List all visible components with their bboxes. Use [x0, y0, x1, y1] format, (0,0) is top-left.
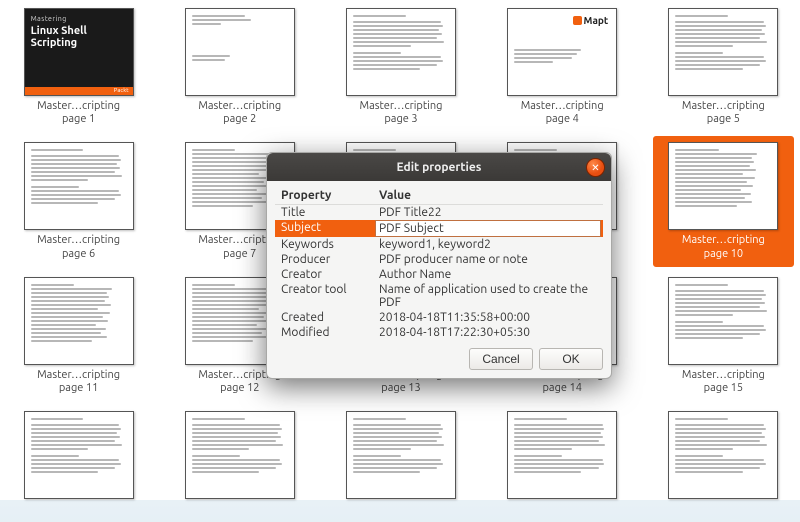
page-thumb[interactable] — [346, 411, 456, 499]
dialog-buttons: Cancel OK — [275, 348, 603, 370]
property-value[interactable] — [373, 220, 603, 237]
property-value[interactable]: 2018-04-18T17:22:30+05:30 — [373, 325, 603, 340]
property-key: Created — [275, 310, 373, 325]
page-thumb-wrap[interactable] — [330, 405, 471, 522]
page-thumb[interactable] — [668, 411, 778, 499]
thumb-caption: Master…criptingpage 15 — [682, 369, 765, 395]
thumb-caption: Master…criptingpage 2 — [198, 100, 281, 126]
page-thumb-wrap[interactable]: Mapt Master…criptingpage 4 — [492, 2, 633, 132]
thumb-caption: Master…criptingpage 5 — [682, 100, 765, 126]
property-value[interactable]: PDF producer name or note — [373, 252, 603, 267]
property-row[interactable]: ProducerPDF producer name or note — [275, 252, 603, 267]
page-thumb-wrap[interactable] — [8, 405, 149, 522]
thumb-caption: Master…criptingpage 10 — [682, 234, 765, 260]
edit-properties-dialog: Edit properties ✕ Property Value TitlePD… — [266, 152, 612, 379]
page-thumb-wrap[interactable]: Master…criptingpage 3 — [330, 2, 471, 132]
property-key: Creator — [275, 267, 373, 282]
page-thumb[interactable] — [24, 142, 134, 230]
page-thumb-wrap[interactable]: MasteringLinux Shell Scripting PacktMast… — [8, 2, 149, 132]
close-icon[interactable]: ✕ — [586, 158, 605, 177]
property-row[interactable]: Created2018-04-18T11:35:58+00:00 — [275, 310, 603, 325]
dialog-titlebar[interactable]: Edit properties ✕ — [267, 153, 611, 181]
property-row[interactable]: Subject — [275, 220, 603, 237]
cover-subtitle — [31, 53, 127, 59]
page-thumb-wrap[interactable]: Master…criptingpage 2 — [169, 2, 310, 132]
thumb-caption: Master…criptingpage 11 — [37, 369, 120, 395]
property-value[interactable]: Name of application used to create the P… — [373, 282, 603, 310]
thumb-caption: Master…criptingpage 4 — [521, 100, 604, 126]
page-thumb-wrap[interactable]: Master…criptingpage 11 — [8, 271, 149, 401]
property-row[interactable]: Keywordskeyword1, keyword2 — [275, 237, 603, 252]
property-key: Creator tool — [275, 282, 373, 310]
page-thumb[interactable] — [185, 411, 295, 499]
cover-publisher: Packt — [114, 87, 129, 94]
dialog-title: Edit properties — [397, 161, 482, 174]
col-property[interactable]: Property — [275, 187, 373, 205]
page-thumb[interactable]: Mapt — [507, 8, 617, 96]
page-thumb[interactable]: Mastering Linux Shell Scripting Packt — [24, 8, 134, 96]
property-key: Keywords — [275, 237, 373, 252]
page-thumb[interactable] — [185, 8, 295, 96]
cancel-button[interactable]: Cancel — [469, 348, 533, 370]
dialog-body: Property Value TitlePDF Title22SubjectKe… — [267, 181, 611, 378]
cover-title: Linux Shell Scripting — [31, 25, 127, 49]
property-row[interactable]: Creator toolName of application used to … — [275, 282, 603, 310]
property-value[interactable]: keyword1, keyword2 — [373, 237, 603, 252]
page-thumb-wrap[interactable] — [492, 405, 633, 522]
page-thumb-wrap[interactable] — [169, 405, 310, 522]
col-value[interactable]: Value — [373, 187, 603, 205]
page-thumb-wrap[interactable]: Master…criptingpage 5 — [653, 2, 794, 132]
page-thumb[interactable] — [24, 277, 134, 365]
properties-table: Property Value TitlePDF Title22SubjectKe… — [275, 187, 603, 340]
page-thumb[interactable] — [668, 8, 778, 96]
page-thumb-wrap[interactable]: Master…criptingpage 6 — [8, 136, 149, 266]
page-thumb[interactable] — [668, 277, 778, 365]
property-row[interactable]: CreatorAuthor Name — [275, 267, 603, 282]
property-value[interactable]: PDF Title22 — [373, 205, 603, 221]
property-key: Title — [275, 205, 373, 221]
page-thumb-wrap[interactable] — [653, 405, 794, 522]
page-thumb[interactable] — [24, 411, 134, 499]
mapt-logo: Mapt — [573, 15, 609, 26]
page-thumb[interactable] — [668, 142, 778, 230]
page-thumb-wrap[interactable]: Master…criptingpage 15 — [653, 271, 794, 401]
thumb-caption: Master…criptingpage 3 — [360, 100, 443, 126]
page-thumb[interactable] — [346, 8, 456, 96]
property-row[interactable]: TitlePDF Title22 — [275, 205, 603, 221]
page-thumb[interactable] — [507, 411, 617, 499]
property-key: Producer — [275, 252, 373, 267]
property-value[interactable]: Author Name — [373, 267, 603, 282]
thumb-caption: Master…criptingpage 6 — [37, 234, 120, 260]
property-key: Modified — [275, 325, 373, 340]
cover-series: Mastering — [31, 15, 127, 23]
property-value-input[interactable] — [375, 220, 601, 237]
page-thumb-wrap[interactable]: Master…criptingpage 10 — [653, 136, 794, 266]
property-row[interactable]: Modified2018-04-18T17:22:30+05:30 — [275, 325, 603, 340]
property-key: Subject — [275, 220, 373, 237]
thumb-caption: Master…criptingpage 1 — [37, 100, 120, 126]
ok-button[interactable]: OK — [539, 348, 603, 370]
property-value[interactable]: 2018-04-18T11:35:58+00:00 — [373, 310, 603, 325]
